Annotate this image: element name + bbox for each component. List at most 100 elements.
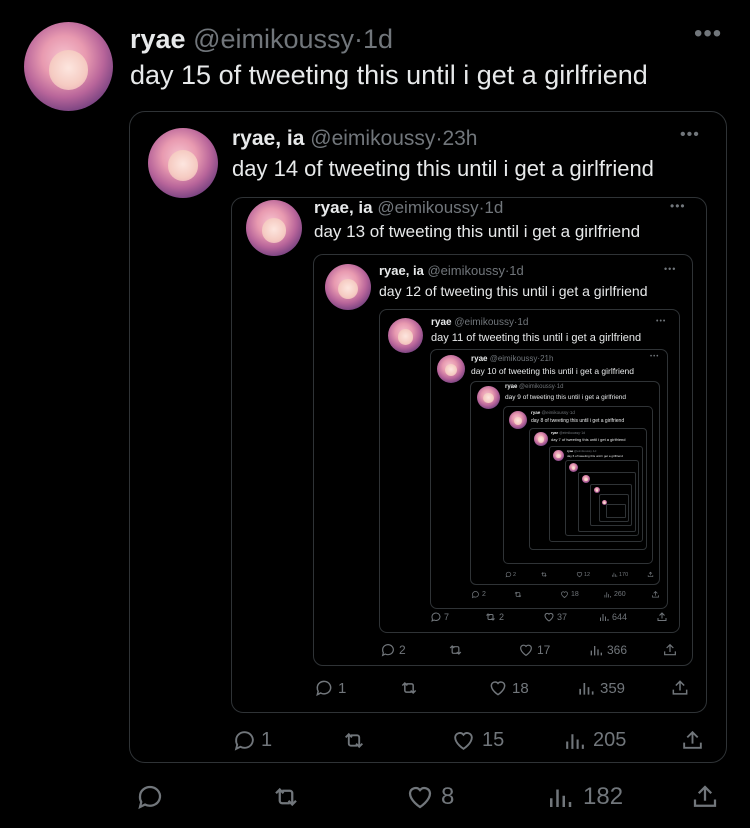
like-button[interactable]: 8	[405, 782, 454, 812]
avatar[interactable]	[246, 200, 302, 256]
views-button[interactable]: 260	[603, 590, 626, 599]
timestamp[interactable]: 1d	[363, 24, 393, 54]
display-name[interactable]: ryae, ia	[314, 198, 373, 217]
username[interactable]: @eimikoussy	[519, 384, 555, 390]
timestamp[interactable]: 1d	[517, 317, 528, 328]
username[interactable]: @eimikoussy	[454, 317, 514, 328]
username[interactable]: @eimikoussy	[427, 263, 505, 278]
tweet-text: day 14 of tweeting this until i get a gi…	[232, 156, 654, 181]
display-name[interactable]: ryae	[130, 24, 186, 54]
timestamp[interactable]: 1d	[509, 263, 523, 278]
username[interactable]: @eimikoussy	[574, 449, 592, 453]
tweet-header: ryae @eimikoussy·21h	[471, 354, 554, 363]
avatar[interactable]	[24, 22, 113, 111]
avatar[interactable]	[325, 264, 371, 310]
views-button[interactable]: 644	[598, 611, 627, 623]
display-name[interactable]: ryae, ia	[232, 127, 304, 150]
views-button[interactable]: 359	[576, 678, 625, 698]
timestamp[interactable]: 1d	[557, 384, 564, 390]
username[interactable]: @eimikoussy	[310, 127, 435, 150]
views-button[interactable]: 170	[611, 571, 628, 578]
timestamp[interactable]: 23h	[442, 127, 477, 150]
display-name[interactable]: ryae	[551, 431, 558, 435]
reply-button[interactable]: 1	[314, 678, 346, 698]
display-name[interactable]: ryae, ia	[379, 263, 424, 278]
display-name[interactable]: ryae	[531, 410, 540, 415]
more-options-icon[interactable]: •••	[650, 354, 659, 360]
username[interactable]: @eimikoussy	[377, 198, 478, 217]
views-button[interactable]: 366	[588, 642, 627, 658]
retweet-button[interactable]	[341, 728, 367, 753]
username[interactable]: @eimikoussy	[542, 410, 569, 415]
retweet-button[interactable]	[447, 642, 464, 658]
retweet-icon	[401, 681, 417, 695]
tweet-text: day 6 of tweeting this until i get a gir…	[567, 454, 623, 458]
avatar[interactable]	[534, 432, 548, 446]
share-button[interactable]	[647, 571, 654, 578]
avatar[interactable]	[553, 450, 564, 461]
tweet-header: ryae, ia @eimikoussy·1d	[314, 198, 504, 217]
reply-button[interactable]: 2	[505, 571, 516, 578]
tweet-header: ryae @eimikoussy·1d	[531, 410, 575, 415]
like-count: 17	[537, 643, 551, 657]
tweet[interactable]: ryae @eimikoussy·1d ••• day 15 of tweeti…	[0, 0, 750, 828]
username[interactable]: @eimikoussy	[193, 24, 354, 54]
more-options-icon[interactable]: •••	[656, 318, 666, 325]
display-name[interactable]: ryae	[471, 354, 487, 363]
reply-button[interactable]: 2	[471, 590, 486, 599]
reply-icon	[431, 612, 441, 622]
like-button[interactable]: 37	[543, 611, 567, 623]
like-button[interactable]: 15	[451, 728, 504, 753]
timestamp[interactable]: 1d	[570, 410, 575, 415]
share-button[interactable]	[670, 678, 690, 698]
share-icon	[664, 643, 676, 656]
more-options-icon[interactable]: •••	[670, 199, 686, 213]
share-button[interactable]	[651, 590, 660, 599]
retweet-icon	[345, 732, 363, 749]
view-count: 359	[600, 679, 626, 697]
reply-button[interactable]: 1	[232, 728, 272, 753]
retweet-button[interactable]: 2	[484, 611, 504, 623]
more-options-icon[interactable]: •••	[680, 126, 700, 144]
retweet-button[interactable]	[540, 571, 548, 578]
display-name[interactable]: ryae	[567, 449, 573, 453]
retweet-button[interactable]	[398, 678, 420, 698]
reply-count: 2	[482, 591, 486, 598]
like-button[interactable]: 18	[560, 590, 579, 599]
like-button[interactable]: 17	[518, 642, 550, 658]
display-name[interactable]: ryae	[505, 384, 517, 390]
avatar[interactable]	[148, 128, 218, 198]
reply-button[interactable]	[135, 782, 173, 812]
reply-icon	[234, 731, 254, 751]
share-button[interactable]	[662, 642, 678, 658]
timestamp[interactable]: 1d	[581, 431, 585, 435]
like-button[interactable]: 18	[488, 678, 529, 698]
quoted-tweet-card[interactable]	[606, 504, 626, 518]
reply-button[interactable]: 7	[430, 611, 449, 623]
username[interactable]: @eimikoussy	[559, 431, 580, 435]
reply-button[interactable]: 2	[380, 642, 406, 658]
display-name[interactable]: ryae	[431, 317, 452, 328]
like-button[interactable]: 12	[576, 571, 590, 578]
username[interactable]: @eimikoussy	[490, 354, 538, 363]
avatar[interactable]	[437, 355, 465, 383]
avatar	[582, 475, 590, 483]
avatar[interactable]	[388, 318, 423, 353]
share-button[interactable]	[690, 782, 720, 812]
views-button[interactable]: 205	[562, 728, 626, 753]
timestamp[interactable]: 1d	[484, 198, 503, 217]
share-button[interactable]	[656, 611, 668, 623]
timestamp[interactable]: 21h	[540, 354, 553, 363]
views-button[interactable]: 182	[545, 782, 623, 812]
reply-icon	[471, 591, 479, 599]
analytics-icon	[600, 614, 609, 621]
share-button[interactable]	[680, 728, 705, 753]
view-count: 182	[583, 783, 624, 810]
more-options-icon[interactable]: •••	[694, 20, 722, 48]
avatar[interactable]	[477, 386, 500, 409]
avatar[interactable]	[509, 411, 527, 429]
retweet-button[interactable]	[513, 590, 523, 599]
retweet-button[interactable]	[270, 782, 302, 812]
timestamp[interactable]: 1d	[593, 449, 596, 453]
more-options-icon[interactable]: •••	[664, 264, 676, 274]
